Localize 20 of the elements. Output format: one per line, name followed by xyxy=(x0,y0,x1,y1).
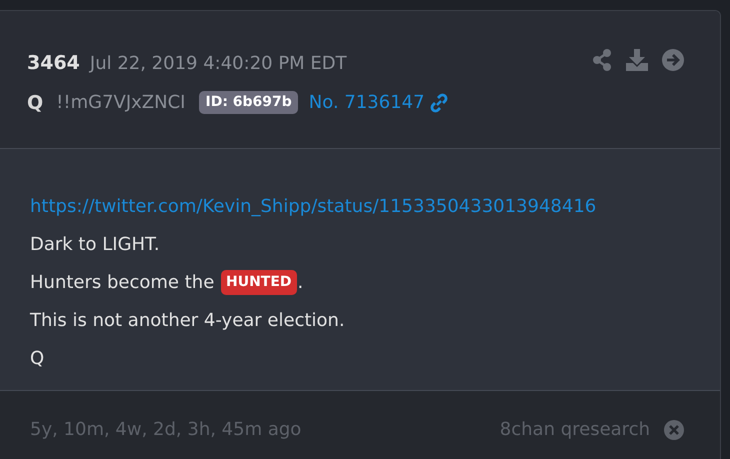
author-name: Q xyxy=(27,90,44,116)
share-icon[interactable] xyxy=(592,49,612,71)
arrow-right-icon[interactable] xyxy=(662,49,684,71)
text-line: Hunters become the xyxy=(30,270,216,294)
text-line: This is not another 4-year election. xyxy=(30,308,345,332)
post-number-link[interactable]: No. 7136147 xyxy=(308,89,449,116)
post-date: Jul 22, 2019 4:40:20 PM EDT xyxy=(90,52,347,76)
text-line: Q xyxy=(30,346,44,370)
highlight-tag: HUNTED xyxy=(220,270,297,294)
link-icon xyxy=(428,92,449,113)
tweet-link[interactable]: https://twitter.com/Kevin_Shipp/status/1153350433013948416 xyxy=(30,192,596,220)
source-label: 8chan qresearch xyxy=(500,418,650,442)
tripcode: !!mG7VJxZNCI xyxy=(56,91,186,116)
text-line: Dark to LIGHT. xyxy=(30,232,160,256)
close-icon[interactable] xyxy=(664,420,684,440)
id-badge: ID: 6b697b xyxy=(199,91,298,114)
download-icon[interactable] xyxy=(626,49,648,71)
time-ago: 5y, 10m, 4w, 2d, 3h, 45m ago xyxy=(30,418,302,442)
text-line: . xyxy=(298,270,304,294)
post-number: 3464 xyxy=(27,51,80,76)
